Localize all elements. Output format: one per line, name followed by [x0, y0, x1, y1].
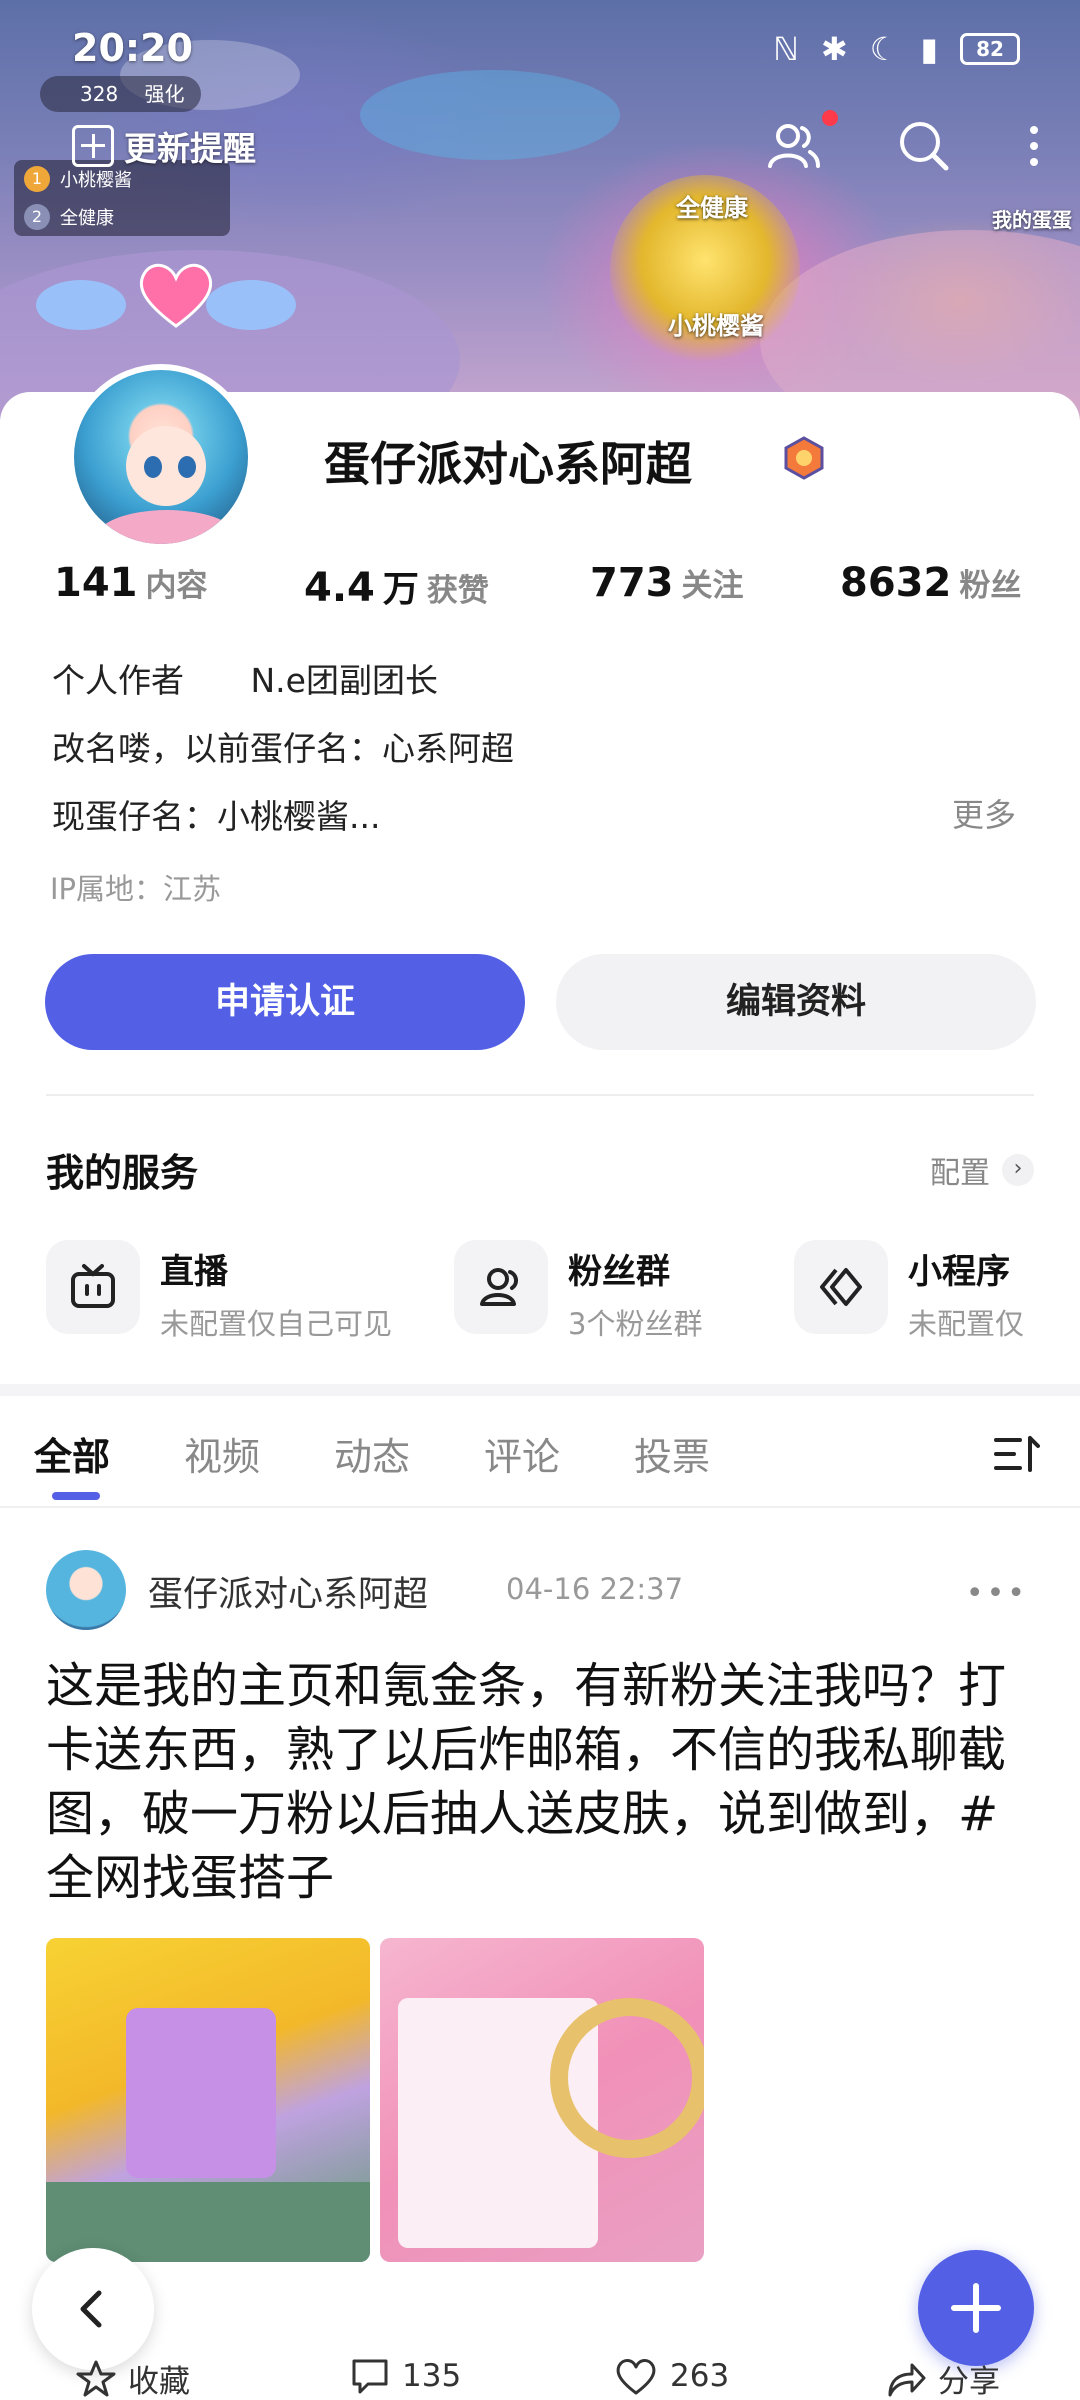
- service-fan-group[interactable]: 粉丝群 3个粉丝群: [454, 1240, 702, 1343]
- more-vertical-icon: [1030, 126, 1038, 166]
- heart-icon: [139, 263, 213, 328]
- create-post-button[interactable]: [918, 2250, 1034, 2366]
- tab-video[interactable]: 视频: [184, 1426, 260, 1481]
- tab-indicator: [52, 1492, 100, 1500]
- update-icon: [72, 125, 114, 167]
- stat-following[interactable]: 773 关注: [590, 560, 744, 606]
- tv-icon: [46, 1240, 140, 1334]
- share-button[interactable]: 分享: [886, 2356, 1000, 2400]
- bio-line-3: 现蛋仔名：小桃樱酱...: [52, 797, 381, 836]
- friends-button[interactable]: [764, 110, 838, 176]
- status-time: 20:20: [72, 26, 193, 70]
- level-badge-icon[interactable]: [782, 436, 826, 480]
- post-author-name[interactable]: 蛋仔派对心系阿超: [148, 1566, 428, 1617]
- more-menu-button[interactable]: [1024, 116, 1044, 176]
- services-config-button[interactable]: 配置 ›: [930, 1148, 1034, 1192]
- stat-likes[interactable]: 4.4 万 获赞: [304, 560, 489, 612]
- divider: [46, 1094, 1034, 1096]
- post-author-avatar[interactable]: [46, 1550, 126, 1630]
- top-actions: [764, 110, 1044, 176]
- heart-icon: [616, 2359, 656, 2395]
- profile-name: 蛋仔派对心系阿超: [324, 437, 692, 491]
- signal-icon: ▮: [920, 30, 938, 68]
- group-icon: [454, 1240, 548, 1334]
- post-image-1[interactable]: [46, 1938, 370, 2262]
- player-tag-sub: 小桃樱酱: [668, 312, 764, 340]
- tab-votes[interactable]: 投票: [634, 1426, 710, 1481]
- bluetooth-icon: ✱: [820, 30, 848, 68]
- tab-all[interactable]: 全部: [34, 1426, 110, 1481]
- edit-profile-button[interactable]: 编辑资料: [556, 954, 1036, 1050]
- star-icon: [76, 2360, 116, 2396]
- status-bar: 20:20 ℕ ✱ ☾ ▮ 82: [0, 18, 1080, 78]
- ip-location: IP属地：江苏: [50, 872, 222, 906]
- section-gap: [0, 1384, 1080, 1396]
- comment-button[interactable]: 135: [350, 2356, 461, 2396]
- friends-icon: [768, 124, 820, 168]
- services-title: 我的服务: [46, 1151, 199, 1195]
- post-time: 04-16 22:37: [506, 1572, 684, 1606]
- service-live[interactable]: 直播 未配置仅自己可见: [46, 1240, 392, 1343]
- comment-icon: [352, 2359, 388, 2394]
- chevron-left-icon: [80, 2290, 102, 2328]
- update-reminder-button[interactable]: 更新提醒: [72, 122, 256, 170]
- chevron-right-icon: ›: [1002, 1154, 1034, 1186]
- post-actions: 收藏 135 263 分享: [0, 2352, 1080, 2400]
- stat-content[interactable]: 141 内容: [54, 560, 208, 606]
- bio-more-link[interactable]: 更多: [952, 790, 1016, 836]
- player-ranking: 1 小桃樱酱 2 全健康: [14, 160, 230, 236]
- bio-line-2: 改名喽，以前蛋仔名：心系阿超: [52, 729, 514, 768]
- post-more-icon[interactable]: •••: [966, 1576, 1028, 1611]
- player-tag-main: 全健康: [676, 194, 748, 222]
- share-icon: [888, 2363, 926, 2396]
- stat-followers[interactable]: 8632 粉丝: [840, 560, 1021, 606]
- search-icon: [900, 122, 949, 171]
- apply-verification-button[interactable]: 申请认证: [45, 954, 525, 1050]
- tab-moments[interactable]: 动态: [334, 1426, 410, 1481]
- mini-program-icon: [794, 1240, 888, 1334]
- service-mini-program[interactable]: 小程序 未配置仅: [794, 1240, 1038, 1343]
- plus-icon: [951, 2283, 1001, 2333]
- status-icons: ℕ ✱ ☾ ▮ 82: [773, 30, 1020, 68]
- content-tabs: 全部 视频 动态 评论 投票: [0, 1400, 1080, 1508]
- ranking-row: 2 全健康: [14, 198, 230, 236]
- bio-line-1: 个人作者 N.e团副团长: [52, 661, 438, 700]
- player-tag-side: 我的蛋蛋: [992, 208, 1072, 232]
- do-not-disturb-icon: ☾: [869, 30, 899, 68]
- search-button[interactable]: [894, 116, 954, 176]
- post-image-2[interactable]: [380, 1938, 704, 2262]
- notification-dot: [822, 110, 838, 126]
- tab-comments[interactable]: 评论: [484, 1426, 560, 1481]
- nfc-icon: ℕ: [773, 30, 799, 68]
- post-text[interactable]: 这是我的主页和氪金条，有新粉关注我吗？打卡送东西，熟了以后炸邮箱，不信的我私聊截…: [46, 1654, 1040, 1910]
- profile-stats: 141 内容 4.4 万 获赞 773 关注 8632 粉丝: [54, 560, 1044, 620]
- filter-menu-icon[interactable]: [994, 1434, 1040, 1474]
- like-button[interactable]: 263: [614, 2356, 729, 2396]
- avatar[interactable]: [36, 263, 296, 550]
- favorite-button[interactable]: 收藏: [76, 2356, 190, 2400]
- battery-icon: 82: [960, 33, 1020, 65]
- coin-counter: 328 强化: [40, 76, 201, 112]
